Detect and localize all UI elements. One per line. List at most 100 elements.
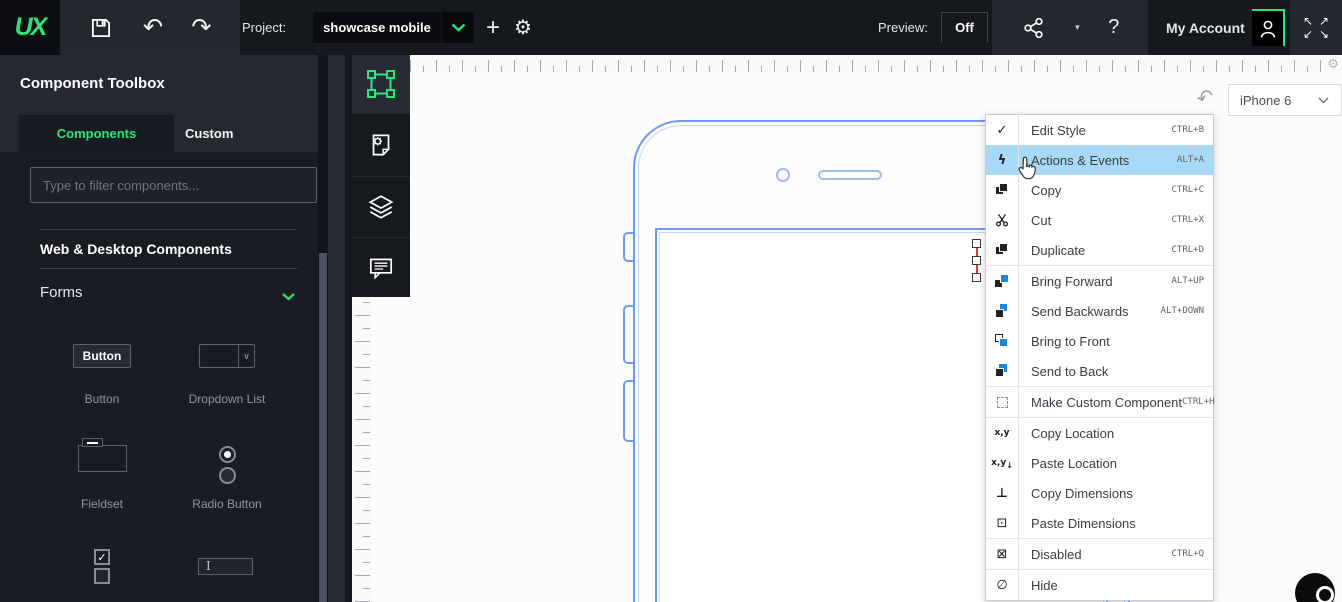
device-selector[interactable]: iPhone 6 bbox=[1228, 84, 1342, 116]
divider bbox=[40, 268, 297, 269]
rotate-canvas-icon[interactable]: ↶ bbox=[1194, 83, 1217, 111]
resize-handle[interactable] bbox=[972, 239, 981, 248]
chevron-down-icon bbox=[1318, 96, 1329, 104]
share-button[interactable] bbox=[1021, 15, 1047, 41]
my-account-link[interactable]: My Account bbox=[1166, 0, 1245, 55]
uxpin-editor: UX ↶ ↷ Project: showcase mobile + ⚙ Prev… bbox=[0, 0, 1342, 602]
layers-button[interactable] bbox=[352, 177, 410, 238]
chevron-down-icon bbox=[451, 23, 465, 32]
divider bbox=[40, 229, 297, 230]
component-fieldset[interactable] bbox=[78, 445, 127, 472]
tab-components[interactable]: Components bbox=[19, 115, 174, 152]
project-label: Project: bbox=[242, 20, 287, 35]
component-label: Radio Button bbox=[192, 497, 262, 511]
fullscreen-button[interactable]: ↖ ↗ ↙ ↘ bbox=[1290, 0, 1342, 55]
left-tool-strip bbox=[352, 55, 410, 297]
menu-item-edit-style[interactable]: ✓ Edit Style CTRL+B bbox=[986, 115, 1213, 145]
file-actions-group: ↶ ↷ bbox=[60, 0, 240, 55]
paste-location-icon: x,y bbox=[986, 448, 1019, 478]
gear-icon: ⚙ bbox=[514, 17, 532, 39]
preview-toggle-value: Off bbox=[955, 20, 974, 35]
component-dropdown-list[interactable]: ∨ bbox=[199, 344, 255, 368]
menu-item-paste-dimensions[interactable]: ⊡ Paste Dimensions bbox=[986, 508, 1213, 538]
ibeam-cursor-icon: I bbox=[206, 559, 211, 573]
menu-item-disabled[interactable]: ⊠ Disabled CTRL+Q bbox=[986, 539, 1213, 569]
check-icon: ✓ bbox=[986, 115, 1019, 145]
page-settings-button[interactable] bbox=[352, 114, 410, 177]
ruler-settings-icon[interactable]: ⚙ bbox=[1327, 56, 1339, 72]
tab-custom-label: Custom bbox=[185, 126, 234, 141]
preview-label: Preview: bbox=[878, 20, 928, 35]
menu-item-cut[interactable]: Cut CTRL+X bbox=[986, 205, 1213, 235]
scissors-icon bbox=[986, 205, 1019, 235]
menu-item-send-to-back[interactable]: Send to Back bbox=[986, 356, 1213, 386]
menu-item-make-custom-component[interactable]: Make Custom Component CTRL+H bbox=[986, 387, 1215, 417]
component-label: Fieldset bbox=[80, 497, 124, 511]
menu-item-paste-location[interactable]: x,y Paste Location bbox=[986, 448, 1213, 478]
component-button[interactable]: Button bbox=[73, 344, 131, 368]
help-icon: ? bbox=[1108, 16, 1120, 38]
help-button[interactable]: ? bbox=[1108, 16, 1119, 39]
undo-button[interactable]: ↶ bbox=[143, 13, 163, 42]
menu-item-bring-forward[interactable]: Bring Forward ALT+UP bbox=[986, 266, 1213, 296]
app-logo[interactable]: UX bbox=[0, 0, 60, 55]
layers-icon bbox=[368, 195, 394, 219]
share-help-group: ▾ ? bbox=[992, 0, 1148, 55]
resize-handle[interactable] bbox=[972, 256, 981, 265]
component-toolbox-panel: Component Toolbox Components Custom Web … bbox=[0, 55, 328, 602]
component-label: Dropdown List bbox=[188, 392, 266, 406]
component-text-input[interactable]: I bbox=[198, 558, 253, 575]
component-checkbox-unchecked[interactable] bbox=[94, 568, 110, 584]
forms-group-header[interactable]: Forms bbox=[40, 284, 297, 301]
phone-camera bbox=[776, 168, 790, 182]
project-select[interactable]: showcase mobile bbox=[313, 12, 441, 43]
project-select-caret[interactable] bbox=[442, 12, 474, 43]
logo-text: UX bbox=[14, 13, 48, 41]
component-radio-checked[interactable] bbox=[219, 446, 236, 463]
copy-dimensions-icon: ⊥ bbox=[986, 478, 1019, 508]
panel-scrollbar-thumb[interactable] bbox=[319, 253, 327, 602]
chat-widget-badge bbox=[1316, 586, 1334, 602]
menu-item-copy-location[interactable]: x,y Copy Location bbox=[986, 418, 1213, 448]
settings-button[interactable]: ⚙ bbox=[508, 0, 538, 55]
comment-icon bbox=[369, 258, 393, 279]
plus-icon: + bbox=[485, 13, 500, 41]
save-button[interactable] bbox=[88, 15, 114, 41]
design-canvas[interactable]: ⚙ ↶ iPhone 6 ✓ Edit Style CTRL+B ϟ Actio… bbox=[352, 55, 1342, 602]
forms-group-label: Forms bbox=[40, 284, 83, 301]
select-tool-button[interactable] bbox=[352, 55, 410, 114]
share-dropdown-caret[interactable]: ▾ bbox=[1075, 22, 1080, 33]
bring-forward-icon bbox=[986, 266, 1019, 296]
mouse-cursor-hand bbox=[1016, 156, 1038, 188]
menu-item-hide[interactable]: ∅ Hide bbox=[986, 570, 1213, 600]
fieldset-tab-icon bbox=[82, 438, 103, 447]
menu-item-copy-dimensions[interactable]: ⊥ Copy Dimensions bbox=[986, 478, 1213, 508]
component-search-input[interactable] bbox=[31, 177, 316, 193]
component-checkbox-checked[interactable]: ✓ bbox=[94, 549, 110, 565]
redo-button[interactable]: ↷ bbox=[191, 13, 211, 42]
menu-item-send-backwards[interactable]: Send Backwards ALT+DOWN bbox=[986, 296, 1213, 326]
share-icon bbox=[1023, 17, 1043, 38]
redo-icon: ↷ bbox=[191, 14, 212, 41]
duplicate-icon bbox=[986, 235, 1019, 265]
component-radio-unchecked[interactable] bbox=[219, 467, 236, 484]
preview-toggle[interactable]: Off bbox=[941, 12, 988, 43]
send-to-back-icon bbox=[986, 356, 1019, 386]
menu-item-duplicate[interactable]: Duplicate CTRL+D bbox=[986, 235, 1213, 265]
dropdown-chevron-icon: ∨ bbox=[238, 345, 254, 367]
undo-icon: ↶ bbox=[142, 14, 163, 41]
menu-item-bring-to-front[interactable]: Bring to Front bbox=[986, 326, 1213, 356]
add-page-button[interactable]: + bbox=[480, 0, 506, 55]
disabled-icon: ⊠ bbox=[986, 539, 1019, 569]
hide-icon: ∅ bbox=[986, 570, 1019, 600]
radio-dot bbox=[224, 451, 231, 458]
horizontal-ruler: ⚙ bbox=[352, 55, 1342, 72]
paste-dimensions-icon: ⊡ bbox=[986, 508, 1019, 538]
panel-gap bbox=[328, 55, 345, 602]
component-search bbox=[30, 167, 317, 203]
section-title: Web & Desktop Components bbox=[40, 241, 232, 257]
tab-custom[interactable]: Custom bbox=[174, 115, 284, 152]
comments-button[interactable] bbox=[352, 238, 410, 297]
resize-handle[interactable] bbox=[972, 273, 981, 282]
account-avatar[interactable] bbox=[1252, 9, 1285, 46]
